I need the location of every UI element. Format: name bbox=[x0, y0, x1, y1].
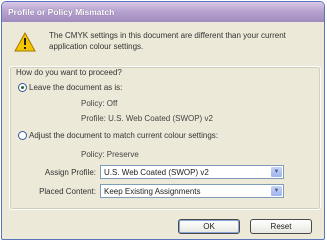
proceed-group-title: How do you want to proceed? bbox=[16, 68, 122, 77]
leave-policy-text: Policy: Off bbox=[81, 99, 118, 108]
chevron-down-icon[interactable]: ▼ bbox=[271, 186, 282, 196]
leave-profile-text: Profile: U.S. Web Coated (SWOP) v2 bbox=[81, 114, 213, 123]
assign-profile-select[interactable]: U.S. Web Coated (SWOP) v2 ▼ bbox=[100, 165, 284, 179]
adjust-document-radio[interactable] bbox=[18, 131, 27, 140]
assign-profile-label: Assign Profile: bbox=[44, 168, 96, 177]
adjust-policy-text: Policy: Preserve bbox=[81, 150, 139, 159]
dialog-title: Profile or Policy Mismatch bbox=[2, 2, 324, 22]
ok-button[interactable]: OK bbox=[178, 219, 240, 234]
placed-content-select[interactable]: Keep Existing Assignments ▼ bbox=[100, 184, 284, 198]
assign-profile-value: U.S. Web Coated (SWOP) v2 bbox=[104, 168, 209, 177]
mismatch-message: The CMYK settings in this document are d… bbox=[49, 31, 286, 51]
leave-as-is-radio[interactable] bbox=[18, 83, 27, 92]
mismatch-dialog: Profile or Policy Mismatch The CMYK sett… bbox=[1, 1, 325, 240]
placed-content-value: Keep Existing Assignments bbox=[104, 187, 201, 196]
reset-button[interactable]: Reset bbox=[250, 219, 312, 234]
placed-content-label: Placed Content: bbox=[39, 187, 96, 196]
chevron-down-icon[interactable]: ▼ bbox=[271, 167, 282, 177]
warning-icon bbox=[14, 31, 36, 52]
leave-as-is-label[interactable]: Leave the document as is: bbox=[29, 83, 122, 92]
adjust-document-label[interactable]: Adjust the document to match current col… bbox=[29, 131, 218, 140]
